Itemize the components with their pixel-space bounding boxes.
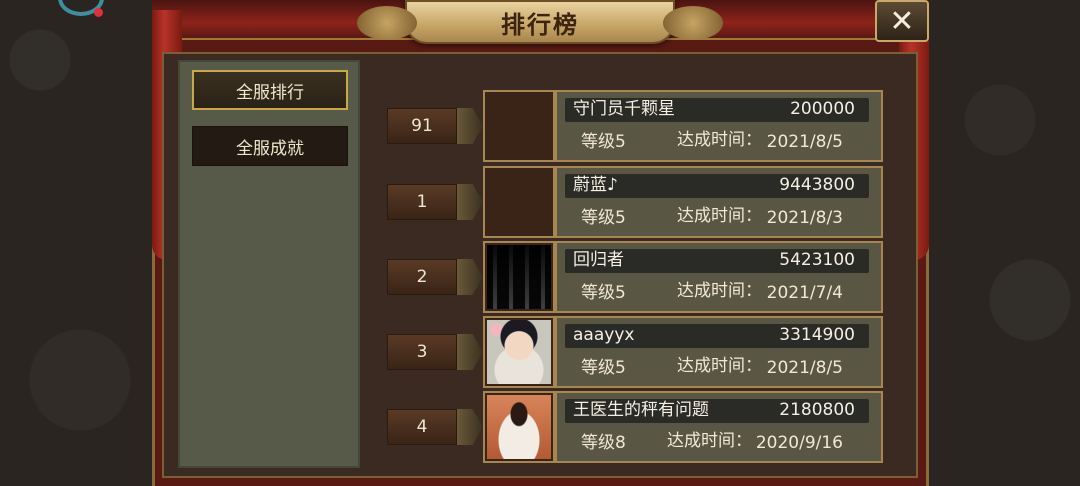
achieved-time: 2021/8/5: [766, 132, 843, 152]
player-info: 蔚蓝♪ 9443800 等级5 达成时间： 2021/8/3: [555, 166, 883, 238]
rank-number: 3: [387, 334, 457, 370]
player-info: 王医生的秤有问题 2180800 等级8 达成时间： 2020/9/16: [555, 391, 883, 463]
avatar[interactable]: [483, 241, 555, 313]
ranking-row[interactable]: 91 守门员千颗星 200000 等级5 达成时间： 2021/8/5: [387, 90, 887, 162]
time-label: 达成时间：: [677, 130, 762, 150]
player-name: 守门员千颗星: [573, 99, 675, 119]
ranking-row[interactable]: 1 蔚蓝♪ 9443800 等级5 达成时间： 2021/8/3: [387, 166, 887, 238]
player-level: 等级5: [581, 132, 626, 152]
achieved-time: 2021/7/4: [766, 283, 843, 303]
time-label: 达成时间：: [677, 206, 762, 226]
anime-character-icon: [487, 320, 551, 384]
player-name: aaayyx: [573, 325, 635, 345]
close-button[interactable]: ✕: [875, 0, 929, 42]
avatar[interactable]: [483, 166, 555, 238]
time-label: 达成时间：: [667, 431, 752, 451]
avatar[interactable]: [483, 316, 555, 388]
player-info: aaayyx 3314900 等级5 达成时间： 2021/8/5: [555, 316, 883, 388]
player-name: 回归者: [573, 250, 624, 270]
rank-arrow-icon: [457, 259, 483, 295]
rank-arrow-icon: [457, 334, 483, 370]
page-title: 排行榜: [501, 10, 579, 39]
rank-number: 4: [387, 409, 457, 445]
player-score: 9443800: [779, 175, 855, 195]
avatar[interactable]: [483, 90, 555, 162]
ranking-row[interactable]: 4 王医生的秤有问题 2180800 等级8 达成时间： 2020/9/16: [387, 391, 887, 463]
player-level: 等级5: [581, 358, 626, 378]
player-score: 2180800: [779, 400, 855, 420]
achieved-time: 2021/8/3: [766, 208, 843, 228]
rank-number: 91: [387, 108, 457, 144]
player-score: 200000: [790, 99, 855, 119]
close-icon: ✕: [889, 3, 915, 39]
avatar[interactable]: [483, 391, 555, 463]
player-score: 3314900: [779, 325, 855, 345]
notification-dot-icon: [94, 8, 103, 17]
tab-server-achievements[interactable]: 全服成就: [192, 126, 348, 166]
time-label: 达成时间：: [677, 281, 762, 301]
rank-arrow-icon: [457, 409, 483, 445]
bride-photo-icon: [487, 395, 551, 459]
player-level: 等级8: [581, 433, 626, 453]
achieved-time: 2021/8/5: [766, 358, 843, 378]
player-info: 守门员千颗星 200000 等级5 达成时间： 2021/8/5: [555, 90, 883, 162]
sidebar: 全服排行 全服成就: [178, 60, 360, 468]
rank-number: 1: [387, 184, 457, 220]
title-plaque: 排行榜: [357, 0, 723, 44]
time-label: 达成时间：: [677, 356, 762, 376]
rank-number: 2: [387, 259, 457, 295]
tab-label: 全服排行: [236, 82, 304, 103]
player-score: 5423100: [779, 250, 855, 270]
tab-server-ranking[interactable]: 全服排行: [192, 70, 348, 110]
ranking-row[interactable]: 3 aaayyx 3314900 等级5 达成时间： 2021/8/5: [387, 316, 887, 388]
player-level: 等级5: [581, 283, 626, 303]
achieved-time: 2020/9/16: [755, 433, 843, 453]
ranking-row[interactable]: 2 回归者 5423100 等级5 达成时间： 2021/7/4: [387, 241, 887, 313]
player-level: 等级5: [581, 208, 626, 228]
tab-label: 全服成就: [236, 138, 304, 159]
player-info: 回归者 5423100 等级5 达成时间： 2021/7/4: [555, 241, 883, 313]
player-name: 蔚蓝♪: [573, 175, 618, 195]
rank-arrow-icon: [457, 108, 483, 144]
player-name: 王医生的秤有问题: [573, 400, 709, 420]
pillars-photo-icon: [487, 245, 551, 309]
rank-arrow-icon: [457, 184, 483, 220]
